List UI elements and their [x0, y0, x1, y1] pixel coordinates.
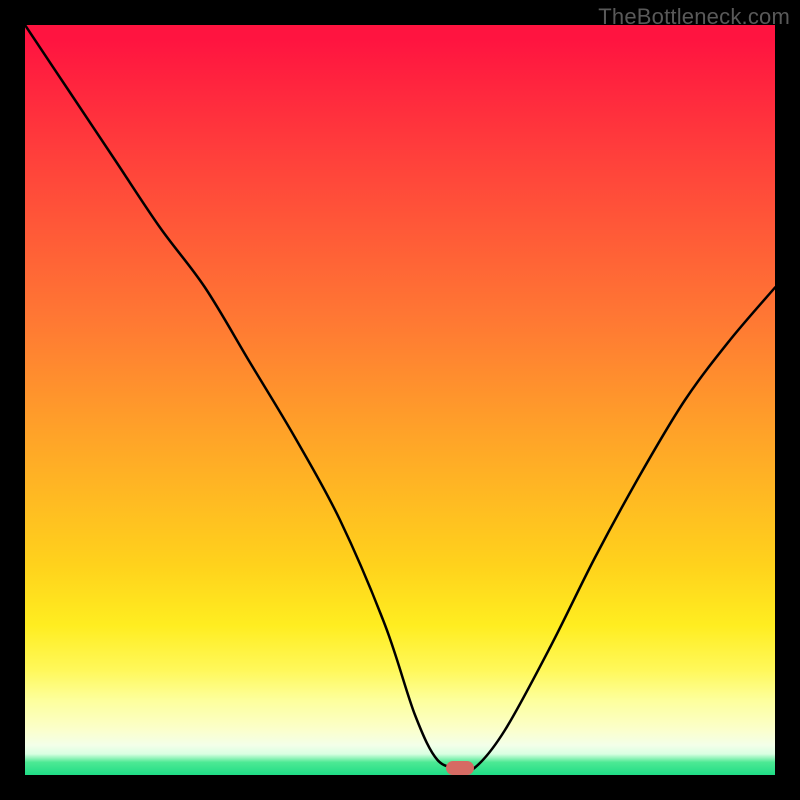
- curve-path: [25, 25, 775, 771]
- bottleneck-curve: [25, 25, 775, 775]
- chart-frame: TheBottleneck.com: [0, 0, 800, 800]
- watermark-text: TheBottleneck.com: [598, 4, 790, 30]
- plot-area: [25, 25, 775, 775]
- optimal-marker: [446, 761, 474, 775]
